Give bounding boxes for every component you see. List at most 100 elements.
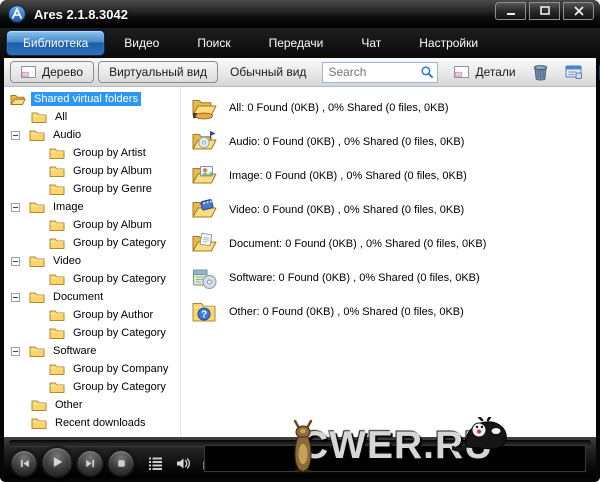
tree-item-audio[interactable]: Audio: [4, 126, 180, 144]
tab-chat[interactable]: Чат: [342, 29, 400, 57]
tree-item-other[interactable]: Other: [4, 396, 180, 414]
list-item-document[interactable]: Document: 0 Found (0KB) , 0% Shared (0 f…: [191, 227, 596, 261]
tab-settings[interactable]: Настройки: [400, 29, 497, 57]
playlist-screen-icon[interactable]: [565, 65, 583, 80]
tree-item-shared-virtual-folders[interactable]: Shared virtual folders: [4, 90, 180, 108]
tree-item-group-by-category[interactable]: Group by Category: [4, 378, 180, 396]
folders-tree: Shared virtual folders All Audio Group b…: [4, 87, 181, 437]
tree-item-image[interactable]: Image: [4, 198, 180, 216]
tree-item-video[interactable]: Video: [4, 252, 180, 270]
tree-item-group-by-author[interactable]: Group by Author: [4, 306, 180, 324]
close-button[interactable]: [563, 2, 594, 20]
tree-item-group-by-company[interactable]: Group by Company: [4, 360, 180, 378]
tree-item-label: Recent downloads: [52, 416, 149, 430]
tree-item-group-by-album[interactable]: Group by Album: [4, 162, 180, 180]
ares-window: Ares 2.1.8.3042 Библиотека Видео Поиск П…: [0, 0, 600, 482]
tree-item-label: All: [52, 110, 70, 124]
tree-view-button[interactable]: Дерево: [10, 61, 94, 83]
tab-library[interactable]: Библиотека: [6, 30, 105, 56]
folder-icon: [31, 417, 47, 430]
tree-item-group-by-category[interactable]: Group by Category: [4, 234, 180, 252]
panel-icon: [454, 66, 469, 78]
tree-item-group-by-category[interactable]: Group by Category: [4, 324, 180, 342]
play-button[interactable]: [41, 446, 73, 478]
stop-icon: [115, 457, 128, 470]
collapse-icon[interactable]: [11, 257, 20, 266]
folder-icon: [49, 219, 65, 232]
document-folder-icon: [191, 232, 218, 256]
audio-folder-icon: [191, 130, 218, 154]
tree-item-group-by-album[interactable]: Group by Album: [4, 216, 180, 234]
other-folder-icon: ?: [191, 300, 218, 324]
folder-icon: [49, 327, 65, 340]
collapse-icon[interactable]: [11, 131, 20, 140]
tree-item-document[interactable]: Document: [4, 288, 180, 306]
collapse-icon[interactable]: [11, 293, 20, 302]
software-box-icon: [191, 266, 218, 290]
list-item-label: Document: 0 Found (0KB) , 0% Shared (0 f…: [229, 238, 486, 250]
list-item-audio[interactable]: Audio: 0 Found (0KB) , 0% Shared (0 file…: [191, 125, 596, 159]
player-bar: CWER.RU: [4, 437, 596, 478]
folder-icon: [49, 363, 65, 376]
image-folder-icon: [191, 164, 218, 188]
virtual-view-button[interactable]: Виртуальный вид: [98, 61, 218, 83]
tree-view-label: Дерево: [42, 65, 83, 79]
collapse-icon[interactable]: [11, 203, 20, 212]
previous-button[interactable]: [10, 449, 38, 477]
list-item-software[interactable]: Software: 0 Found (0KB) , 0% Shared (0 f…: [191, 261, 596, 295]
list-item-video[interactable]: Video: 0 Found (0KB) , 0% Shared (0 file…: [191, 193, 596, 227]
minimize-button[interactable]: [495, 2, 526, 20]
folder-icon: [49, 381, 65, 394]
next-button[interactable]: [76, 449, 104, 477]
volume-icon[interactable]: [175, 456, 191, 471]
library-content: Shared virtual folders All Audio Group b…: [4, 87, 596, 437]
folder-icon: [29, 291, 45, 304]
tree-item-group-by-artist[interactable]: Group by Artist: [4, 144, 180, 162]
tree-item-label: Shared virtual folders: [31, 92, 141, 106]
list-item-other[interactable]: ? Other: 0 Found (0KB) , 0% Shared (0 fi…: [191, 295, 596, 329]
playlist-icon[interactable]: [148, 456, 163, 471]
maximize-button[interactable]: [529, 2, 560, 20]
search-box[interactable]: [322, 62, 438, 83]
category-list: All: 0 Found (0KB) , 0% Shared (0 files,…: [181, 87, 596, 437]
details-view-button[interactable]: Детали: [454, 65, 515, 79]
tree-item-label: Group by Category: [70, 380, 169, 394]
title-bar[interactable]: Ares 2.1.8.3042: [0, 0, 600, 28]
folder-icon: [49, 237, 65, 250]
folder-icon: [49, 183, 65, 196]
virtual-view-label: Виртуальный вид: [109, 65, 207, 79]
tree-item-label: Group by Album: [70, 164, 155, 178]
tree-item-label: Group by Category: [70, 236, 169, 250]
tree-item-recent-downloads[interactable]: Recent downloads: [4, 414, 180, 432]
collapse-icon[interactable]: [11, 347, 20, 356]
tree-item-software[interactable]: Software: [4, 342, 180, 360]
close-icon: [573, 5, 585, 17]
delete-trash-icon[interactable]: [532, 64, 549, 81]
tab-transfers[interactable]: Передачи: [250, 29, 343, 57]
tree-item-group-by-category[interactable]: Group by Category: [4, 270, 180, 288]
tab-search[interactable]: Поиск: [178, 29, 249, 57]
tree-item-label: Other: [52, 398, 86, 412]
folder-icon: [49, 273, 65, 286]
search-input[interactable]: [328, 65, 420, 79]
tree-item-all[interactable]: All: [4, 108, 180, 126]
list-item-label: Image: 0 Found (0KB) , 0% Shared (0 file…: [229, 170, 467, 182]
list-item-image[interactable]: Image: 0 Found (0KB) , 0% Shared (0 file…: [191, 159, 596, 193]
normal-view-option[interactable]: Обычный вид: [222, 62, 314, 82]
previous-icon: [18, 457, 31, 470]
stop-button[interactable]: [107, 449, 135, 477]
tree-item-label: Software: [50, 344, 99, 358]
open-folder-icon: [10, 93, 26, 106]
folder-icon: [31, 111, 47, 124]
coyote-cartoon: [289, 420, 317, 474]
details-label: Детали: [475, 65, 515, 79]
search-icon[interactable]: [420, 65, 434, 79]
maximize-icon: [539, 5, 551, 17]
list-item-all[interactable]: All: 0 Found (0KB) , 0% Shared (0 files,…: [191, 91, 596, 125]
sylvester-cartoon: [452, 417, 508, 455]
tree-item-label: Audio: [50, 128, 84, 142]
tree-item-group-by-genre[interactable]: Group by Genre: [4, 180, 180, 198]
next-icon: [84, 457, 97, 470]
tab-video[interactable]: Видео: [105, 29, 178, 57]
folder-icon: [29, 255, 45, 268]
